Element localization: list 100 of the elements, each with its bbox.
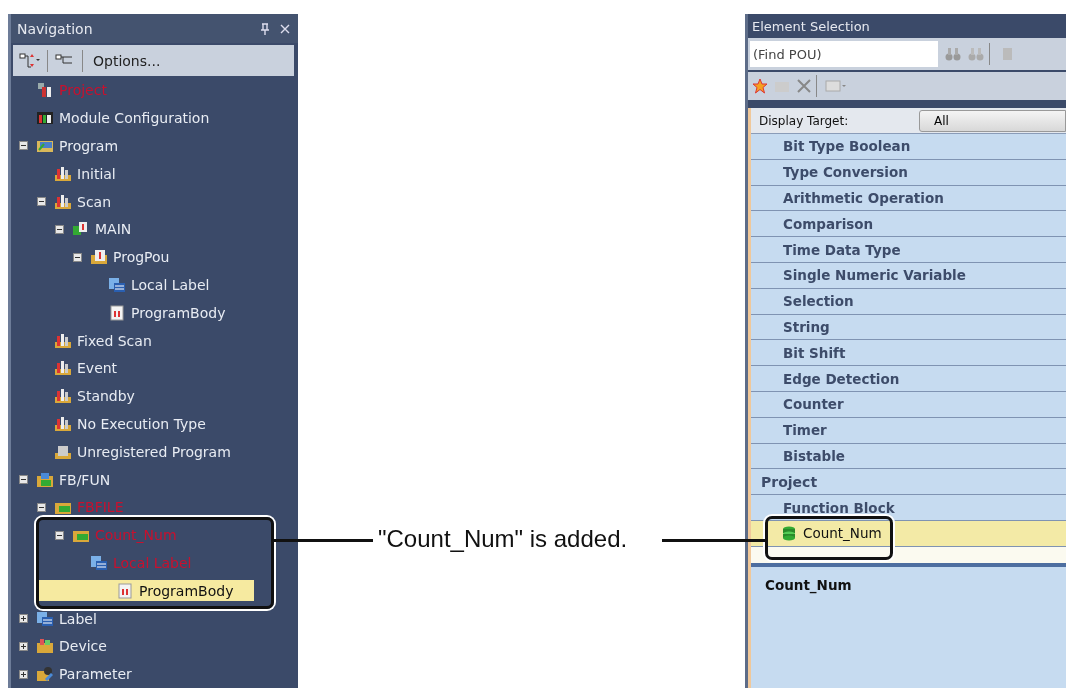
element-list-item[interactable]: Bistable — [751, 443, 1066, 470]
sort-icon[interactable] — [19, 52, 41, 69]
tree-item[interactable]: Unregistered Program — [11, 437, 298, 466]
element-list-item-label: Comparison — [783, 215, 874, 232]
tree-item-label: Event — [77, 360, 118, 377]
program-group-icon — [55, 443, 71, 460]
tree-item-label: Fixed Scan — [77, 332, 152, 349]
table-icon — [91, 554, 107, 571]
element-list-item-label: Counter — [783, 396, 844, 413]
display-target-dropdown[interactable]: All — [919, 109, 1066, 132]
tree-item-label: Count_Num — [95, 527, 177, 544]
element-list-item-label: Function Block — [783, 499, 895, 516]
tree-item-label: Local Label — [131, 276, 210, 293]
tree-item[interactable]: Standby — [11, 382, 298, 411]
element-list-item[interactable]: Single Numeric Variable — [751, 263, 1066, 289]
tree-item[interactable]: Event — [11, 354, 298, 383]
search-field[interactable]: (Find POU) — [750, 41, 938, 67]
collapse-icon[interactable] — [55, 224, 64, 234]
program-group-icon — [55, 193, 71, 210]
tree-item[interactable]: Fixed Scan — [11, 326, 298, 355]
element-list-item[interactable]: Bit Type Boolean — [751, 134, 1066, 160]
tree-item-label: ProgPou — [113, 249, 170, 266]
program-group-icon — [55, 388, 71, 405]
module-icon — [37, 110, 53, 127]
program-group-icon — [55, 415, 71, 432]
tree-item-label: Standby — [77, 388, 135, 405]
function-block-icon — [781, 525, 797, 542]
element-list-item[interactable]: Edge Detection — [751, 366, 1066, 392]
tree-item[interactable]: Scan — [11, 187, 298, 216]
table-icon — [37, 610, 53, 627]
element-list-item-label: Selection — [783, 293, 854, 310]
tree-item-label: Project — [59, 82, 107, 99]
display-target-label: Display Target: — [758, 113, 850, 128]
program-group-icon — [55, 360, 71, 377]
tree-item[interactable]: MAIN — [11, 215, 298, 244]
collapse-icon[interactable] — [73, 252, 82, 262]
element-list-item-label: Single Numeric Variable — [783, 267, 966, 284]
element-list-item-label: Bit Shift — [783, 344, 846, 361]
element-list-item[interactable]: Time Data Type — [751, 237, 1066, 263]
program-group-icon — [55, 165, 71, 182]
tree-item[interactable]: Module Configuration — [11, 104, 298, 133]
collapse-icon[interactable] — [37, 197, 46, 207]
element-list-item-label: Count_Num — [803, 525, 882, 542]
tree-item-label: MAIN — [95, 221, 132, 238]
collapse-icon[interactable] — [19, 475, 28, 485]
tree-item[interactable]: ProgramBody — [11, 298, 298, 327]
tree-item-label: Program — [59, 137, 119, 154]
tree-item-label: ProgramBody — [131, 304, 226, 321]
tree-item[interactable]: No Execution Type — [11, 410, 298, 438]
options-button[interactable]: Options... — [89, 50, 165, 71]
panel-title: Element Selection — [751, 17, 871, 36]
element-list-item[interactable]: Function Block — [751, 495, 1066, 521]
element-list-item[interactable]: Comparison — [751, 211, 1066, 238]
tree-item-label: Module Configuration — [59, 110, 210, 127]
element-list-item-label: Edge Detection — [783, 370, 900, 387]
close-icon[interactable] — [280, 22, 290, 35]
star-icon[interactable] — [752, 78, 768, 94]
collapse-icon[interactable] — [55, 530, 64, 540]
tree-item-label: Unregistered Program — [77, 443, 231, 460]
tree-item-label: Device — [59, 638, 107, 655]
element-list-item-label: Arithmetic Operation — [783, 190, 944, 206]
tree-item[interactable]: ProgramBody — [39, 580, 254, 602]
tree-item[interactable]: Program — [11, 132, 298, 160]
pou-icon — [91, 249, 107, 266]
expand-icon[interactable] — [19, 669, 28, 679]
element-list-item-label: Type Conversion — [783, 164, 908, 181]
tree-item[interactable]: Parameter — [11, 660, 298, 688]
tree-item[interactable]: ProgPou — [11, 243, 298, 272]
element-list-item-label: Project — [761, 473, 818, 490]
tree-item-label: Parameter — [59, 666, 132, 683]
tree-item[interactable]: Initial — [11, 159, 298, 188]
pin-icon[interactable] — [260, 22, 270, 35]
collapse-icon[interactable] — [37, 502, 46, 512]
parameter-icon — [37, 666, 53, 683]
element-list-item[interactable]: Type Conversion — [751, 159, 1066, 186]
expand-icon[interactable] — [19, 641, 28, 651]
element-list-item-label: Bit Type Boolean — [783, 138, 911, 155]
element-list-item[interactable]: Project — [751, 469, 1066, 496]
collapse-icon[interactable] — [19, 141, 28, 151]
tree-item[interactable]: Device — [11, 632, 298, 661]
element-list-item[interactable]: String — [751, 314, 1066, 341]
tree-item-label: FB/FUN — [59, 471, 111, 488]
element-list-item[interactable]: Bit Shift — [751, 340, 1066, 367]
element-list-item-label: String — [783, 318, 830, 335]
tree-item-label: ProgramBody — [139, 582, 234, 599]
element-name: Count_Num — [765, 576, 852, 593]
tree-item-label: Initial — [77, 165, 116, 182]
tree-item-label: No Execution Type — [77, 415, 206, 432]
element-list-item[interactable]: Counter — [751, 391, 1066, 418]
element-list-item[interactable]: Arithmetic Operation — [751, 185, 1066, 212]
tree-item[interactable]: Label — [11, 604, 298, 633]
element-list-item[interactable]: Selection — [751, 288, 1066, 315]
element-list-item-label: Timer — [783, 422, 827, 439]
element-list-item-label: Bistable — [783, 447, 845, 464]
tree-item-label: Label — [59, 610, 97, 627]
tree-item[interactable]: FB/FUN — [11, 465, 298, 494]
expand-icon[interactable] — [19, 614, 28, 623]
callout-text: "Count_Num" is added. — [378, 525, 628, 553]
element-list-item[interactable]: Timer — [751, 417, 1066, 444]
tree-item[interactable]: Local Label — [11, 271, 298, 299]
